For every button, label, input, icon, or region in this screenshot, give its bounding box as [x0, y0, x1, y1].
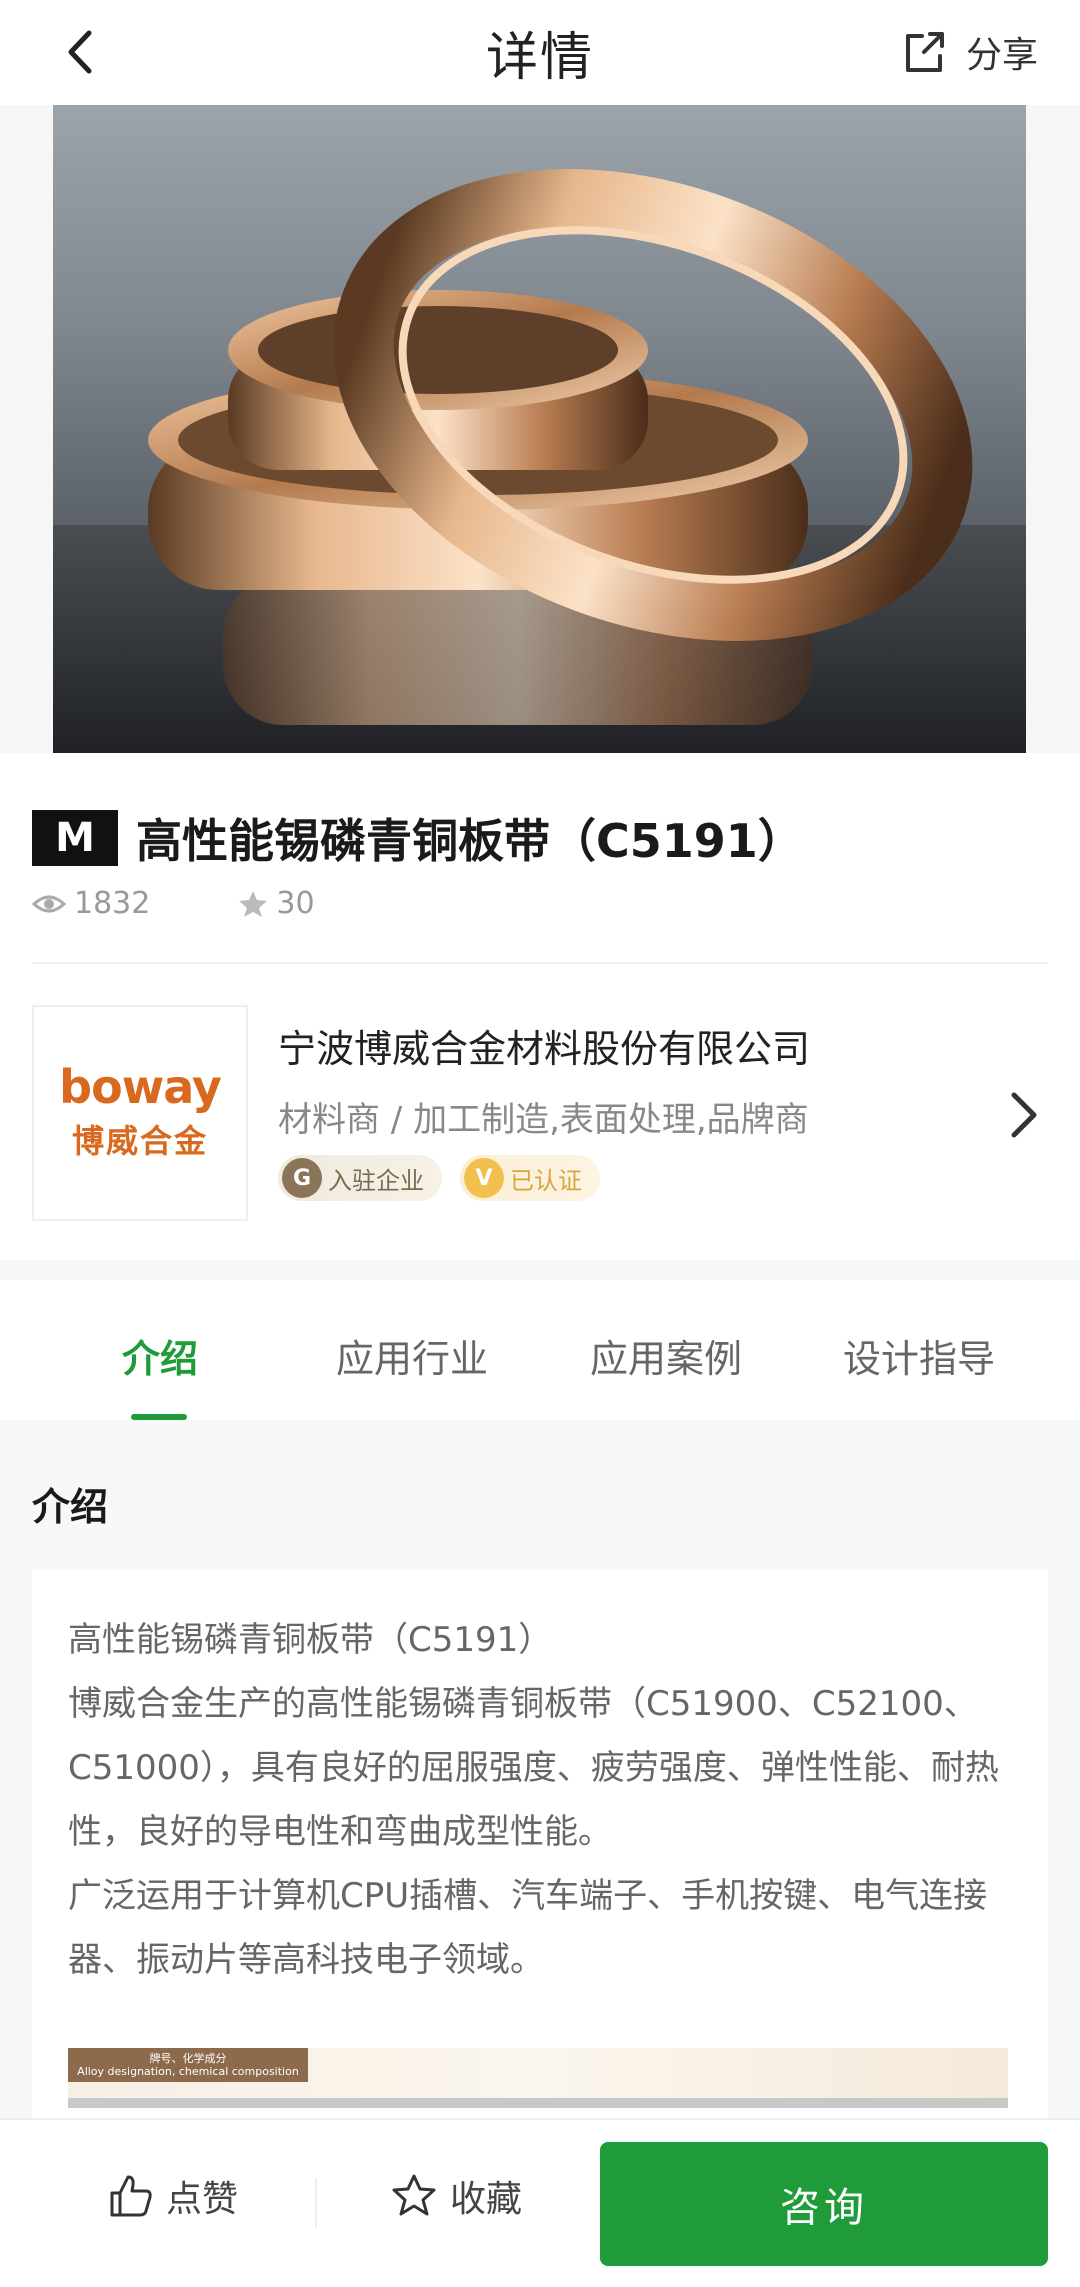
back-button[interactable] — [50, 22, 110, 82]
intro-line: 广泛运用于计算机CPU插槽、汽车端子、手机按键、电气连接器、振动片等高科技电子领… — [68, 1876, 988, 1980]
product-title-row: M 高性能锡磷青铜板带（C5191） — [32, 805, 804, 871]
company-logo: boway 博威合金 — [32, 1005, 248, 1221]
view-count-value: 1832 — [74, 886, 151, 921]
section-heading: 介绍 — [32, 1485, 109, 1529]
material-badge: M — [32, 810, 118, 866]
table-header-cn: 牌号、化学成分 — [149, 2052, 227, 2065]
company-tags: 材料商 / 加工制造,表面处理,品牌商 — [278, 1100, 809, 1140]
table-header: 牌号、化学成分 Alloy designation, chemical comp… — [68, 2048, 308, 2082]
share-label: 分享 — [965, 35, 1038, 76]
share-button[interactable]: 分享 — [900, 22, 1038, 82]
share-icon — [905, 32, 944, 72]
product-stats: 1832 30 — [32, 886, 403, 921]
star-icon — [239, 890, 268, 917]
hero-image-area — [0, 105, 1080, 753]
composition-table-image[interactable]: 牌号、化学成分 Alloy designation, chemical comp… — [68, 2048, 1008, 2108]
entered-enterprise-label: 入驻企业 — [328, 1166, 424, 1195]
like-label: 点赞 — [166, 2179, 239, 2220]
favorite-count-value: 30 — [276, 886, 315, 921]
favorite-count: 30 — [238, 886, 315, 921]
divider — [315, 2178, 317, 2228]
tab-bar: 介绍 应用行业 应用案例 设计指导 — [0, 1280, 1080, 1420]
company-badges: G 入驻企业 V 已认证 — [278, 1155, 600, 1201]
intro-line: 博威合金生产的高性能锡磷青铜板带（C51900、C52100、C51000），具… — [68, 1684, 999, 1852]
chevron-left-icon — [68, 30, 92, 74]
top-nav-bar: 详情 分享 — [0, 0, 1080, 105]
view-count: 1832 — [32, 886, 150, 921]
consult-button[interactable]: 咨询 — [600, 2142, 1048, 2266]
tab-industries[interactable]: 应用行业 — [336, 1328, 488, 1383]
verified-label: 已认证 — [510, 1166, 582, 1195]
logo-text-cn: 博威合金 — [71, 1122, 208, 1160]
chevron-right-icon — [1011, 1092, 1037, 1138]
table-header-en: Alloy designation, chemical composition — [77, 2065, 299, 2078]
product-title: 高性能锡磷青铜板带（C5191） — [136, 814, 804, 868]
intro-card: 高性能锡磷青铜板带（C5191） 博威合金生产的高性能锡磷青铜板带（C51900… — [32, 1570, 1048, 2130]
tab-intro[interactable]: 介绍 — [122, 1328, 198, 1383]
company-name: 宁波博威合金材料股份有限公司 — [278, 1027, 811, 1071]
eye-icon — [32, 895, 66, 912]
table-row — [68, 2098, 1008, 2108]
collect-label: 收藏 — [450, 2179, 523, 2220]
verified-badge: V 已认证 — [460, 1155, 600, 1201]
tab-design-guide[interactable]: 设计指导 — [843, 1328, 995, 1383]
product-image[interactable] — [53, 105, 1026, 753]
medal-icon: G — [282, 1158, 322, 1198]
intro-line: 高性能锡磷青铜板带（C5191） — [68, 1620, 553, 1660]
collect-button[interactable]: 收藏 — [390, 2170, 522, 2222]
entered-enterprise-badge: G 入驻企业 — [278, 1155, 442, 1201]
logo-text-en: boway — [59, 1060, 222, 1114]
divider — [32, 962, 1048, 964]
bottom-action-bar: 点赞 收藏 咨询 — [0, 2118, 1080, 2287]
intro-section: 介绍 高性能锡磷青铜板带（C5191） 博威合金生产的高性能锡磷青铜板带（C51… — [0, 1420, 1080, 2130]
intro-text: 高性能锡磷青铜板带（C5191） 博威合金生产的高性能锡磷青铜板带（C51900… — [68, 1608, 1008, 1992]
copper-coils-image — [53, 169, 1026, 753]
verified-icon: V — [464, 1158, 504, 1198]
page-title: 详情 — [485, 28, 594, 88]
tab-cases[interactable]: 应用案例 — [590, 1328, 742, 1383]
section-gap — [0, 1260, 1080, 1280]
star-outline-icon — [392, 2174, 436, 2216]
thumbs-up-icon — [110, 2175, 152, 2217]
like-button[interactable]: 点赞 — [108, 2170, 238, 2222]
